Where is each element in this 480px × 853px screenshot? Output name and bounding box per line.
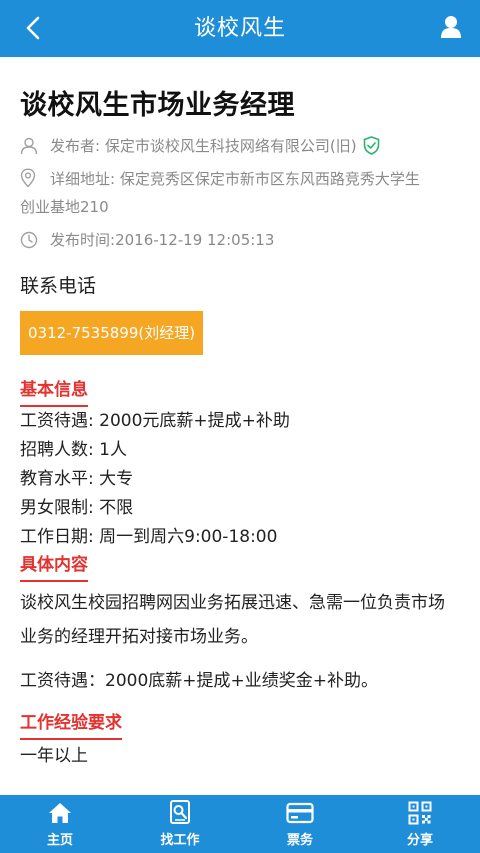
job-detail-content: 谈校风生市场业务经理 发布者: 保定市谈校风生科技网络有限公司(旧) 详细地址:… xyxy=(0,57,480,795)
experience-value: 一年以上 xyxy=(20,746,88,766)
address-label: 详细地址: xyxy=(50,170,116,188)
user-button[interactable] xyxy=(436,12,466,42)
address-line2: 创业基地210 xyxy=(20,198,109,216)
basic-info-heading: 基本信息 xyxy=(20,377,88,407)
info-row-headcount: 招聘人数: 1人 xyxy=(20,440,127,460)
job-title: 谈校风生市场业务经理 xyxy=(20,90,295,121)
home-icon xyxy=(48,800,72,826)
publish-time-label: 发布时间: xyxy=(50,231,116,249)
tab-find-job-label: 找工作 xyxy=(160,833,200,848)
address-row: 详细地址: 保定竞秀区保定市新市区东风西路竞秀大学生 创业基地210 xyxy=(20,165,460,221)
bottom-tab-bar: 主页 找工作 票务 分享 xyxy=(0,795,480,853)
tab-home[interactable]: 主页 xyxy=(0,795,120,853)
page-title: 谈校风生 xyxy=(193,16,286,41)
experience-heading: 工作经验要求 xyxy=(20,710,122,740)
contact-phone-label: 联系电话 xyxy=(20,275,97,297)
tab-find-job[interactable]: 找工作 xyxy=(120,795,240,853)
details-heading: 具体内容 xyxy=(20,552,88,582)
tab-tickets[interactable]: 票务 xyxy=(240,795,360,853)
location-pin-icon xyxy=(20,165,42,191)
publisher-name[interactable]: 保定市谈校风生科技网络有限公司(旧) xyxy=(105,137,357,155)
tab-tickets-label: 票务 xyxy=(286,833,313,848)
clock-icon xyxy=(20,227,42,253)
address-line1: 保定竞秀区保定市新市区东风西路竞秀大学生 xyxy=(119,170,420,188)
details-paragraph-2: 工资待遇：2000底薪+提成+业绩奖金+补助。 xyxy=(20,671,378,691)
tab-home-label: 主页 xyxy=(46,833,73,848)
top-bar: 谈校风生 xyxy=(0,0,480,57)
info-row-gender: 男女限制: 不限 xyxy=(20,498,134,518)
details-paragraph-1: 谈校风生校园招聘网因业务拓展迅速、急需一位负责市场业务的经理开拓对接市场业务。 xyxy=(20,593,445,647)
ticket-card-icon xyxy=(286,800,314,826)
call-phone-button[interactable]: 0312-7535899(刘经理) xyxy=(20,311,204,355)
qr-code-icon xyxy=(408,800,432,826)
user-icon xyxy=(441,16,461,38)
job-meta: 发布者: 保定市谈校风生科技网络有限公司(旧) 详细地址: 保定竞秀区保定市新市… xyxy=(20,133,460,253)
info-row-salary: 工资待遇: 2000元底薪+提成+补助 xyxy=(20,411,290,431)
verified-shield-icon xyxy=(364,136,380,155)
publisher-row: 发布者: 保定市谈校风生科技网络有限公司(旧) xyxy=(20,133,460,159)
person-icon xyxy=(20,133,42,159)
info-row-workdays: 工作日期: 周一到周六9:00-18:00 xyxy=(20,527,278,547)
tab-share-label: 分享 xyxy=(406,833,433,848)
publish-time-row: 发布时间:2016-12-19 12:05:13 xyxy=(20,227,460,253)
job-search-icon xyxy=(168,800,192,826)
info-row-education: 教育水平: 大专 xyxy=(20,469,134,489)
tab-share[interactable]: 分享 xyxy=(360,795,480,853)
publish-time-value: 2016-12-19 12:05:13 xyxy=(115,231,275,249)
publisher-label: 发布者: xyxy=(50,137,101,155)
basic-info-list: 工资待遇: 2000元底薪+提成+补助 招聘人数: 1人 教育水平: 大专 男女… xyxy=(20,407,460,552)
